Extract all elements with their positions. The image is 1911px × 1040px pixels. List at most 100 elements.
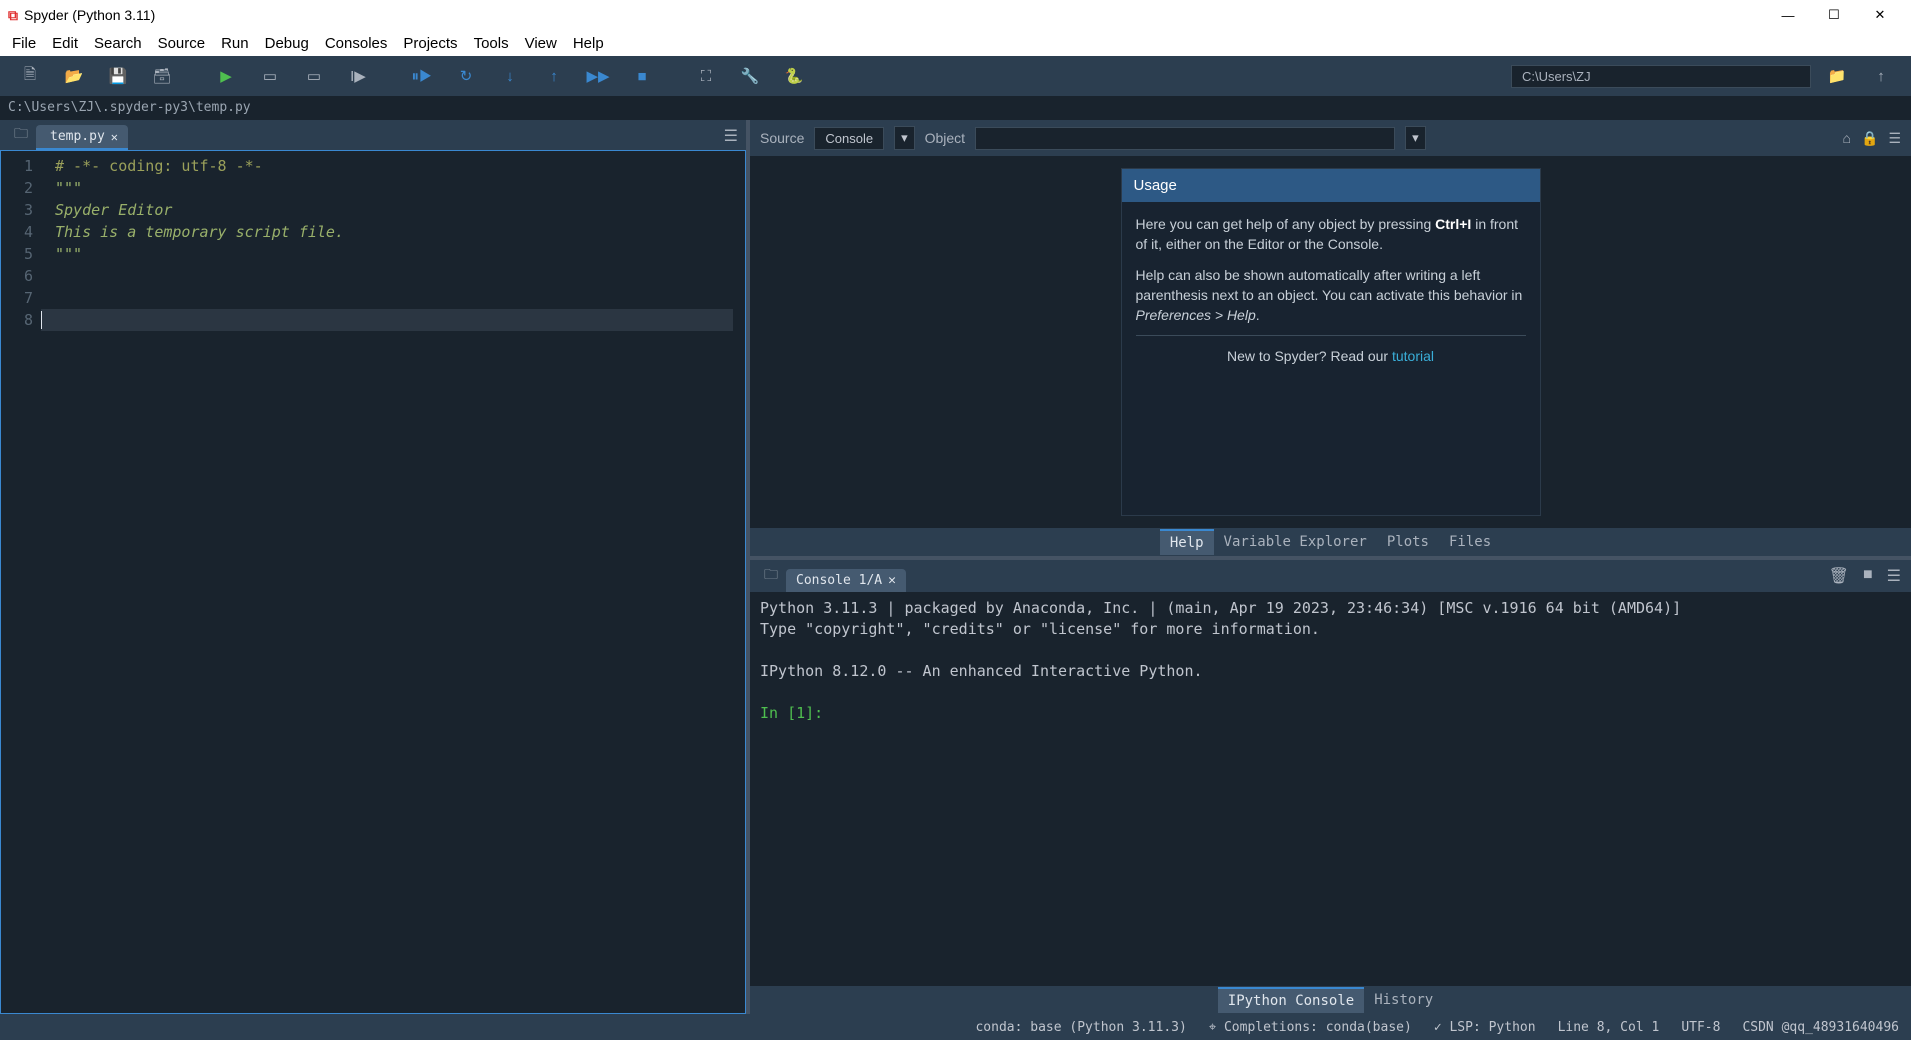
help-usage-card: Usage Here you can get help of any objec… xyxy=(1121,168,1541,516)
help-tab-variable-explorer[interactable]: Variable Explorer xyxy=(1214,530,1377,554)
code-editor[interactable]: 12345678 # -*- coding: utf-8 -*- """ Spyde… xyxy=(0,150,746,1014)
menu-file[interactable]: File xyxy=(6,33,42,54)
close-window-button[interactable]: ✕ xyxy=(1857,7,1903,23)
status-cursor-position: Line 8, Col 1 xyxy=(1558,1020,1660,1035)
step-into-icon[interactable]: ↓ xyxy=(492,62,528,90)
help-card-title: Usage xyxy=(1122,169,1540,202)
help-source-dropdown-icon[interactable]: ▾ xyxy=(894,126,915,150)
menu-view[interactable]: View xyxy=(519,33,563,54)
main-toolbar: 🗎 📂 💾 🗃 ▶ ▭ ▭ I▶ ⏸▶ ↻ ↓ ↑ ▶▶ ■ ⛶ 🔧 🐍 C:\… xyxy=(0,56,1911,96)
home-icon[interactable]: ⌂ xyxy=(1843,130,1851,146)
new-file-icon[interactable]: 🗎 xyxy=(12,62,48,90)
console-pane-tabs: IPython ConsoleHistory xyxy=(750,986,1911,1014)
console-tabbar: 🗀 Console 1/A ✕ 🗑 ■ ☰ xyxy=(750,560,1911,592)
console-pane: 🗀 Console 1/A ✕ 🗑 ■ ☰ Python 3.11.3 | pa… xyxy=(750,560,1911,1014)
menu-edit[interactable]: Edit xyxy=(46,33,84,54)
window-title: Spyder (Python 3.11) xyxy=(24,7,155,23)
help-tab-help[interactable]: Help xyxy=(1160,529,1214,555)
run-cell-advance-icon[interactable]: ▭ xyxy=(296,62,332,90)
window-titlebar: ⧉ Spyder (Python 3.11) — ☐ ✕ xyxy=(0,0,1911,30)
parent-folder-icon[interactable]: ↑ xyxy=(1863,62,1899,90)
python-path-icon[interactable]: 🐍 xyxy=(776,62,812,90)
help-tab-plots[interactable]: Plots xyxy=(1377,530,1439,554)
maximize-button[interactable]: ☐ xyxy=(1811,7,1857,23)
help-source-combo[interactable]: Console xyxy=(814,127,884,150)
menubar: FileEditSearchSourceRunDebugConsolesProj… xyxy=(0,30,1911,56)
browse-folder-icon[interactable]: 📁 xyxy=(1819,62,1855,90)
run-selection-icon[interactable]: I▶ xyxy=(340,62,376,90)
code-line: This is a temporary script file. xyxy=(55,221,745,243)
step-out-icon[interactable]: ↑ xyxy=(536,62,572,90)
console-tab-ipython-console[interactable]: IPython Console xyxy=(1218,987,1364,1013)
continue-icon[interactable]: ▶▶ xyxy=(580,62,616,90)
editor-browse-icon[interactable]: 🗀 xyxy=(6,123,36,147)
help-object-input[interactable] xyxy=(975,127,1395,150)
save-all-icon[interactable]: 🗃 xyxy=(144,62,180,90)
preferences-icon[interactable]: 🔧 xyxy=(732,62,768,90)
help-toolbar: Source Console ▾ Object ▾ ⌂ 🔒 ☰ xyxy=(750,120,1911,156)
console-tab-label: Console 1/A xyxy=(796,573,882,588)
cursor-line-highlight xyxy=(41,309,733,331)
editor-pane: 🗀 temp.py ✕ ☰ 12345678 # -*- coding: utf… xyxy=(0,120,750,1014)
interrupt-kernel-icon[interactable]: ■ xyxy=(1863,566,1873,586)
close-tab-icon[interactable]: ✕ xyxy=(111,130,118,144)
statusbar: conda: base (Python 3.11.3) ⌖ Completion… xyxy=(0,1014,1911,1040)
lock-icon[interactable]: 🔒 xyxy=(1861,130,1878,147)
status-suffix: CSDN @qq_48931640496 xyxy=(1742,1020,1899,1035)
help-paragraph-3: New to Spyder? Read our tutorial xyxy=(1136,346,1526,366)
console-banner: Python 3.11.3 | packaged by Anaconda, In… xyxy=(760,599,1681,680)
save-file-icon[interactable]: 💾 xyxy=(100,62,136,90)
menu-consoles[interactable]: Consoles xyxy=(319,33,394,54)
tutorial-link[interactable]: tutorial xyxy=(1392,348,1434,364)
menu-help[interactable]: Help xyxy=(567,33,610,54)
console-options-icon[interactable]: ☰ xyxy=(1887,566,1901,586)
line-number-gutter: 12345678 xyxy=(1,151,41,1013)
editor-tab[interactable]: temp.py ✕ xyxy=(36,125,128,150)
run-cell-icon[interactable]: ▭ xyxy=(252,62,288,90)
status-completions[interactable]: ⌖ Completions: conda(base) xyxy=(1209,1020,1412,1035)
app-logo-icon: ⧉ xyxy=(8,7,18,24)
working-directory-input[interactable]: C:\Users\ZJ xyxy=(1511,65,1811,88)
step-icon[interactable]: ↻ xyxy=(448,62,484,90)
editor-tabbar: 🗀 temp.py ✕ ☰ xyxy=(0,120,746,150)
help-body: Usage Here you can get help of any objec… xyxy=(750,156,1911,528)
help-tab-files[interactable]: Files xyxy=(1439,530,1501,554)
minimize-button[interactable]: — xyxy=(1765,8,1811,23)
editor-tab-label: temp.py xyxy=(50,129,105,144)
code-line: # -*- coding: utf-8 -*- xyxy=(55,155,745,177)
menu-source[interactable]: Source xyxy=(152,33,212,54)
menu-search[interactable]: Search xyxy=(88,33,148,54)
console-output[interactable]: Python 3.11.3 | packaged by Anaconda, In… xyxy=(750,592,1911,986)
console-browse-icon[interactable]: 🗀 xyxy=(756,564,786,588)
help-options-icon[interactable]: ☰ xyxy=(1888,130,1901,147)
run-icon[interactable]: ▶ xyxy=(208,62,244,90)
menu-debug[interactable]: Debug xyxy=(259,33,315,54)
help-paragraph-1: Here you can get help of any object by p… xyxy=(1136,214,1526,255)
console-tab[interactable]: Console 1/A ✕ xyxy=(786,569,906,592)
open-file-icon[interactable]: 📂 xyxy=(56,62,92,90)
help-pane: Source Console ▾ Object ▾ ⌂ 🔒 ☰ Usage He… xyxy=(750,120,1911,560)
help-object-label: Object xyxy=(925,130,965,146)
remove-console-icon[interactable]: 🗑 xyxy=(1829,566,1849,586)
console-tab-history[interactable]: History xyxy=(1364,988,1443,1012)
help-source-label: Source xyxy=(760,130,804,146)
status-conda[interactable]: conda: base (Python 3.11.3) xyxy=(975,1020,1186,1035)
stop-debug-icon[interactable]: ■ xyxy=(624,62,660,90)
code-line: """ xyxy=(55,243,745,265)
code-area[interactable]: # -*- coding: utf-8 -*- """ Spyder EditorT… xyxy=(41,151,745,1013)
status-lsp[interactable]: ✓ LSP: Python xyxy=(1434,1020,1536,1035)
editor-options-icon[interactable]: ☰ xyxy=(724,126,738,146)
help-object-dropdown-icon[interactable]: ▾ xyxy=(1405,126,1426,150)
menu-tools[interactable]: Tools xyxy=(468,33,515,54)
status-encoding: UTF-8 xyxy=(1681,1020,1720,1035)
help-paragraph-2: Help can also be shown automatically aft… xyxy=(1136,265,1526,326)
help-pane-tabs: HelpVariable ExplorerPlotsFiles xyxy=(750,528,1911,556)
editor-pathbar: C:\Users\ZJ\.spyder-py3\temp.py xyxy=(0,96,1911,120)
debug-icon[interactable]: ⏸▶ xyxy=(404,62,440,90)
menu-projects[interactable]: Projects xyxy=(397,33,463,54)
menu-run[interactable]: Run xyxy=(215,33,255,54)
console-prompt: In [1]: xyxy=(760,704,832,722)
maximize-pane-icon[interactable]: ⛶ xyxy=(688,62,724,90)
close-console-tab-icon[interactable]: ✕ xyxy=(888,573,896,588)
code-line: Spyder Editor xyxy=(55,199,745,221)
